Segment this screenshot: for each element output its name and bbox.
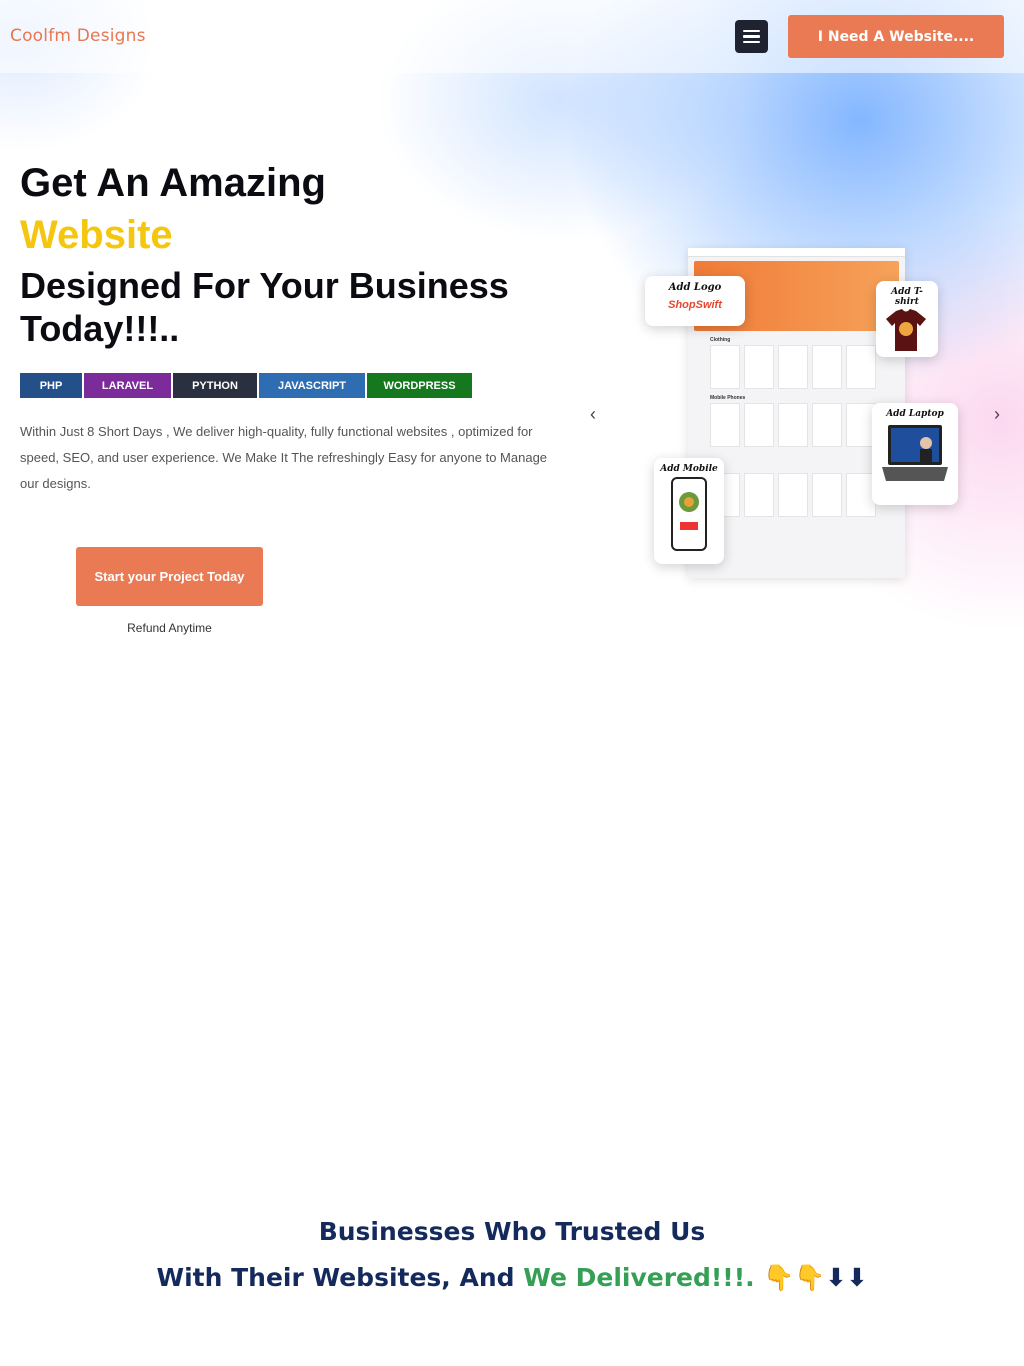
- pointing-down-icon: 👇👇⬇⬇: [754, 1263, 868, 1292]
- headline-line-1: Get An Amazing: [20, 161, 326, 205]
- tag-python: PYTHON: [173, 373, 257, 398]
- callout-label: Add Logo: [668, 282, 722, 293]
- callout-label: Add T-shirt: [891, 287, 923, 307]
- mockup-product-card: [778, 403, 808, 447]
- mockup-product-row: [710, 403, 883, 447]
- mockup-topbar: [688, 248, 905, 257]
- tag-php: PHP: [20, 373, 82, 398]
- mockup-product-card: [812, 403, 842, 447]
- start-project-button[interactable]: Start your Project Today: [76, 547, 263, 606]
- showcase-slide: Clothing Mobile Phones Add Logo ShopSwif…: [640, 240, 970, 580]
- trusted-line-1: Businesses Who Trusted Us: [318, 1217, 706, 1246]
- mockup-product-row: [710, 473, 883, 517]
- headline-line-4: Today!!!..: [20, 308, 180, 349]
- mockup-product-card: [710, 403, 740, 447]
- mockup-section-title: Mobile Phones: [710, 395, 746, 401]
- mockup-product-card: [744, 473, 774, 517]
- trusted-businesses-heading: Businesses Who Trusted Us With Their Web…: [0, 1214, 1024, 1296]
- chevron-left-icon[interactable]: ‹: [583, 404, 603, 424]
- headline-line-3: Designed For Your Business: [20, 265, 509, 306]
- callout-add-logo: Add Logo ShopSwift: [645, 276, 745, 326]
- mockup-product-card: [710, 345, 740, 389]
- refund-note: Refund Anytime: [127, 621, 212, 635]
- chevron-right-icon[interactable]: ›: [987, 404, 1007, 424]
- laptop-icon: [882, 425, 948, 481]
- mockup-product-card: [744, 345, 774, 389]
- mockup-product-row: [710, 345, 883, 389]
- need-website-button[interactable]: I Need A Website....: [788, 15, 1004, 58]
- mockup-product-card: [812, 345, 842, 389]
- hero-headline: Get An Amazing Website Designed For Your…: [20, 160, 560, 350]
- shopswift-logo: ShopSwift: [668, 299, 722, 311]
- hero-description: Within Just 8 Short Days , We deliver hi…: [20, 424, 548, 491]
- tshirt-icon: [886, 309, 926, 351]
- tech-tags: PHP LARAVEL PYTHON JAVASCRIPT WORDPRESS: [20, 373, 472, 398]
- mockup-product-card: [846, 345, 876, 389]
- site-header: Coolfm Designs I Need A Website....: [0, 0, 1024, 73]
- hamburger-icon: [743, 40, 760, 44]
- mobile-phone-icon: [671, 477, 707, 551]
- menu-button[interactable]: [735, 20, 768, 53]
- mockup-product-card: [744, 403, 774, 447]
- headline-line-2: Website: [20, 213, 173, 257]
- hamburger-icon: [743, 35, 760, 38]
- trusted-line-2: With Their Websites, And We Delivered!!!…: [0, 1260, 1024, 1296]
- callout-label: Add Laptop: [886, 409, 944, 419]
- callout-add-laptop: Add Laptop: [872, 403, 958, 505]
- mockup-product-card: [778, 345, 808, 389]
- callout-add-mobile: Add Mobile: [654, 458, 724, 564]
- brand-logo[interactable]: Coolfm Designs: [10, 26, 146, 46]
- tag-laravel: LARAVEL: [84, 373, 171, 398]
- tag-wordpress: WORDPRESS: [367, 373, 472, 398]
- tag-javascript: JAVASCRIPT: [259, 373, 365, 398]
- trusted-line-2-highlight: We Delivered!!!.: [523, 1263, 755, 1292]
- callout-label: Add Mobile: [660, 464, 718, 474]
- mockup-product-card: [778, 473, 808, 517]
- trusted-line-2-prefix: With Their Websites, And: [156, 1263, 524, 1292]
- hamburger-icon: [743, 29, 760, 33]
- callout-add-tshirt: Add T-shirt: [876, 281, 938, 357]
- mockup-product-card: [812, 473, 842, 517]
- mockup-section-title: Clothing: [710, 337, 731, 343]
